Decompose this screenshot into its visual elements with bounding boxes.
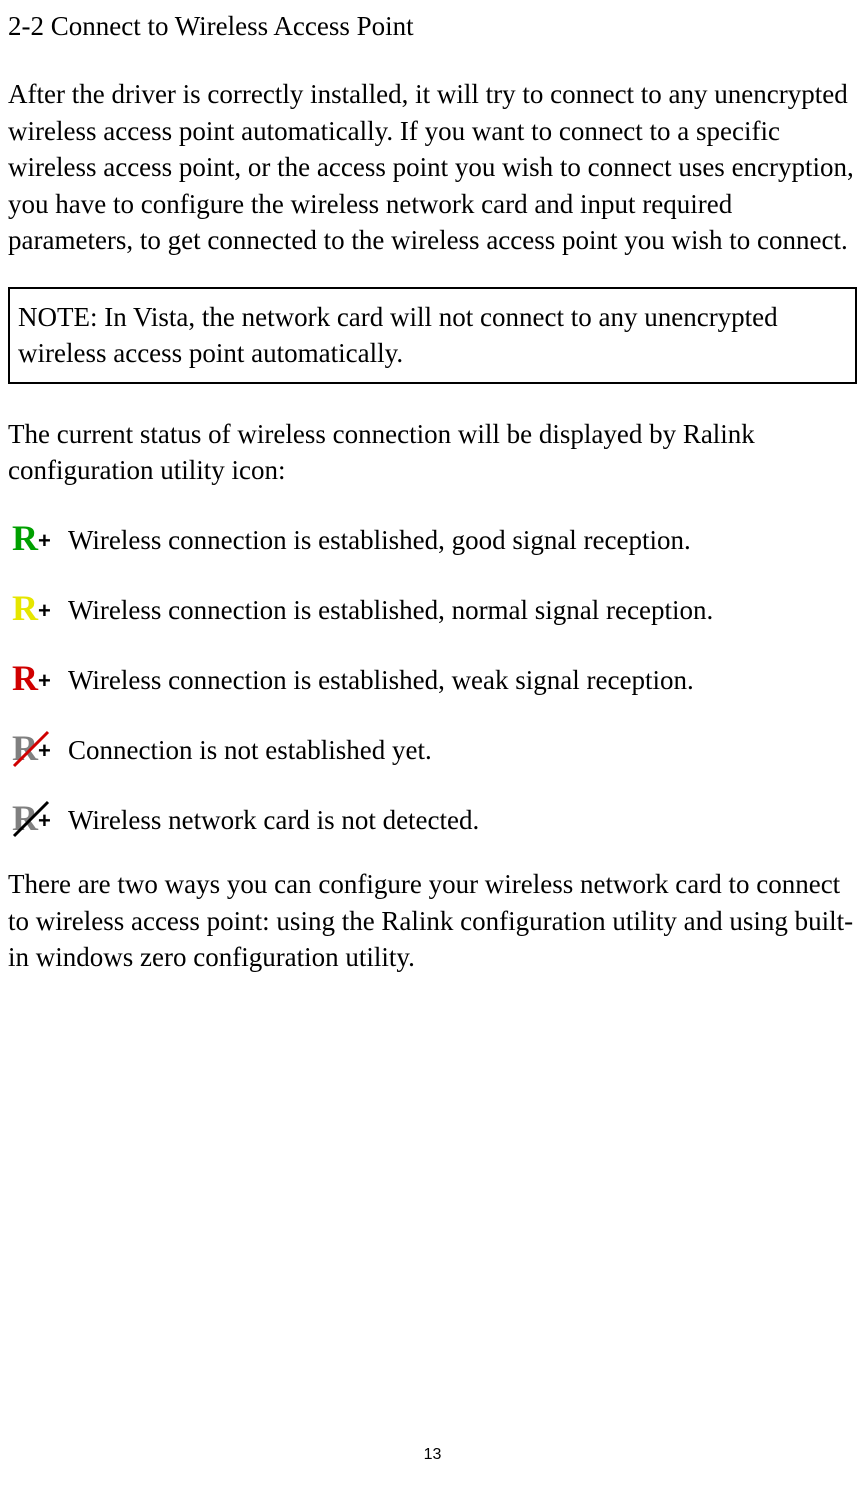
signal-normal-icon: R + — [8, 586, 56, 634]
signal-good-icon: R + — [8, 516, 56, 564]
icon-label: Wireless network card is not detected. — [68, 802, 479, 838]
icon-label: Wireless connection is established, good… — [68, 522, 691, 558]
not-connected-icon: R + — [8, 726, 56, 774]
icon-row-normal: R + Wireless connection is established, … — [8, 586, 857, 634]
signal-weak-icon: R + — [8, 656, 56, 704]
paragraph-intro: After the driver is correctly installed,… — [8, 76, 857, 258]
note-box: NOTE: In Vista, the network card will no… — [8, 287, 857, 384]
svg-text:R: R — [12, 658, 39, 698]
paragraph-status: The current status of wireless connectio… — [8, 416, 857, 489]
svg-text:+: + — [38, 668, 51, 693]
svg-text:R: R — [12, 588, 39, 628]
svg-text:R: R — [12, 518, 39, 558]
icon-label: Connection is not established yet. — [68, 732, 432, 768]
icon-row-weak: R + Wireless connection is established, … — [8, 656, 857, 704]
icon-label: Wireless connection is established, norm… — [68, 592, 713, 628]
svg-text:+: + — [38, 528, 51, 553]
icon-label: Wireless connection is established, weak… — [68, 662, 694, 698]
icon-row-good: R + Wireless connection is established, … — [8, 516, 857, 564]
icon-row-not-detected: R + Wireless network card is not detecte… — [8, 796, 857, 844]
note-text: NOTE: In Vista, the network card will no… — [18, 302, 778, 368]
icon-list: R + Wireless connection is established, … — [8, 516, 857, 844]
paragraph-config: There are two ways you can configure you… — [8, 866, 857, 975]
section-title: 2-2 Connect to Wireless Access Point — [8, 8, 857, 44]
page-number: 13 — [0, 1444, 865, 1466]
svg-text:+: + — [38, 598, 51, 623]
icon-row-not-connected: R + Connection is not established yet. — [8, 726, 857, 774]
not-detected-icon: R + — [8, 796, 56, 844]
